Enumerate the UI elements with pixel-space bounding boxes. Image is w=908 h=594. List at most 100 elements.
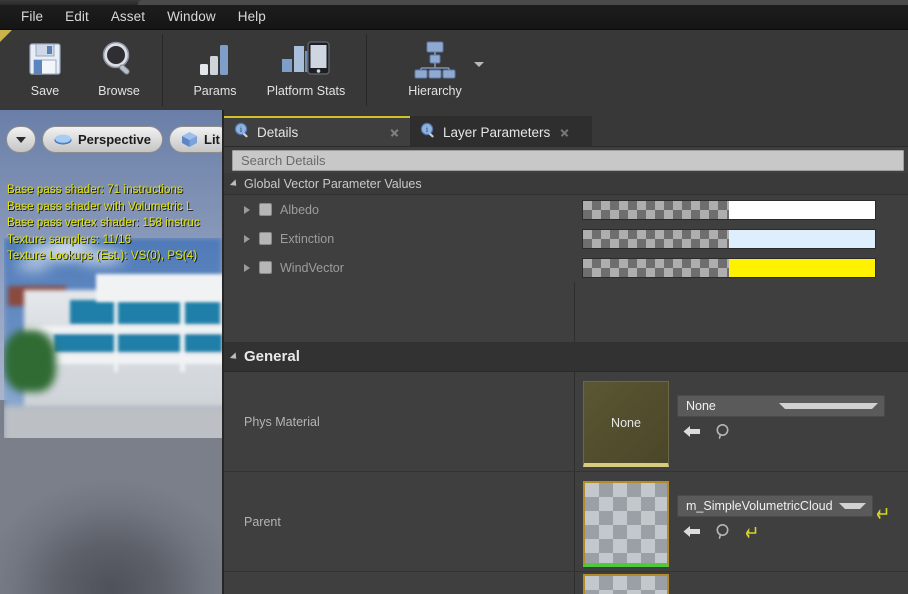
tab-details[interactable]: i Details bbox=[224, 116, 410, 146]
tab-layer-parameters-close-icon[interactable] bbox=[559, 127, 570, 138]
back-arrow-icon[interactable] bbox=[682, 424, 701, 439]
viewport-view-mode-button[interactable]: Lit bbox=[169, 126, 222, 153]
viewport-camera-mode-label: Perspective bbox=[78, 132, 151, 147]
photo-glass-band bbox=[70, 300, 220, 324]
material-preview-viewport[interactable]: Base pass shader: 71 instructions Base p… bbox=[0, 110, 222, 594]
main-toolbar: Save Browse Params Platform Stats Hierar… bbox=[0, 30, 908, 111]
browse-magnifier-icon[interactable] bbox=[715, 523, 732, 540]
param-label: Albedo bbox=[280, 202, 319, 217]
phys-material-actions bbox=[682, 423, 732, 440]
menu-item-window[interactable]: Window bbox=[156, 7, 227, 27]
property-row-partial bbox=[224, 572, 908, 594]
column-divider bbox=[574, 472, 575, 571]
toolbar-separator-1 bbox=[162, 34, 163, 106]
property-row-parent: Parent m_SimpleVolumetricCloud bbox=[224, 472, 908, 572]
parent-material-thumbnail[interactable] bbox=[583, 481, 669, 567]
browse-magnifier-icon[interactable] bbox=[715, 423, 732, 440]
swatch-alpha-checker bbox=[583, 200, 729, 219]
table-row[interactable]: Albedo bbox=[224, 195, 908, 224]
chevron-down-icon bbox=[16, 136, 26, 143]
swatch-color bbox=[729, 200, 875, 219]
details-magnifier-icon: i bbox=[234, 122, 250, 143]
table-row[interactable]: Extinction bbox=[224, 224, 908, 253]
viewport-options-button[interactable] bbox=[6, 126, 36, 153]
property-label: Parent bbox=[244, 514, 281, 529]
parent-actions bbox=[682, 523, 758, 540]
viewport-camera-mode-button[interactable]: Perspective bbox=[42, 126, 163, 153]
color-swatch-windvector[interactable] bbox=[582, 257, 876, 278]
category-label: Global Vector Parameter Values bbox=[244, 176, 422, 191]
photo-tree bbox=[4, 330, 56, 392]
swatch-color bbox=[729, 258, 875, 277]
swatch-alpha-checker bbox=[583, 258, 729, 277]
tab-layer-parameters[interactable]: i Layer Parameters bbox=[410, 116, 592, 146]
tab-layer-parameters-label: Layer Parameters bbox=[443, 124, 551, 140]
param-override-checkbox[interactable] bbox=[259, 232, 272, 245]
material-instance-editor-window: File Edit Asset Window Help Save Browse … bbox=[0, 0, 908, 594]
stat-line: Texture samplers: 11/16 bbox=[7, 233, 132, 246]
hierarchy-icon bbox=[413, 36, 457, 82]
magnifier-icon bbox=[98, 36, 140, 82]
chevron-down-icon bbox=[779, 403, 878, 409]
details-tabstrip: i Details i Layer Parameters bbox=[224, 116, 908, 146]
search-input[interactable]: Search Details bbox=[232, 150, 904, 171]
menu-item-asset[interactable]: Asset bbox=[100, 7, 156, 27]
section-gap bbox=[224, 302, 908, 342]
tab-details-label: Details bbox=[257, 124, 299, 140]
reset-arrow-icon[interactable] bbox=[746, 525, 758, 538]
photo-facade-band bbox=[26, 326, 222, 333]
menu-item-edit[interactable]: Edit bbox=[54, 7, 100, 27]
partial-thumbnail[interactable] bbox=[583, 574, 669, 594]
menu-item-help[interactable]: Help bbox=[227, 7, 277, 27]
global-vector-rows-container: Albedo Extinction WindVector bbox=[224, 195, 908, 302]
category-global-vector-parameter-values[interactable]: Global Vector Parameter Values bbox=[224, 173, 908, 195]
phys-material-dropdown-value: None bbox=[686, 399, 716, 413]
hierarchy-dropdown-chevron-down-icon[interactable] bbox=[474, 62, 484, 67]
table-row[interactable]: WindVector bbox=[224, 253, 908, 282]
column-divider bbox=[574, 372, 575, 471]
property-label-container: Parent bbox=[224, 472, 574, 571]
param-label: Extinction bbox=[280, 231, 335, 246]
platform-stats-icon bbox=[280, 36, 332, 82]
hierarchy-button[interactable]: Hierarchy bbox=[398, 30, 472, 108]
param-override-checkbox[interactable] bbox=[259, 261, 272, 274]
details-scroll-area[interactable]: Global Vector Parameter Values Albedo Ex… bbox=[224, 173, 908, 594]
viewport-toolbar: Perspective Lit bbox=[6, 126, 222, 153]
category-general[interactable]: General bbox=[224, 342, 908, 372]
parent-dropdown[interactable]: m_SimpleVolumetricCloud bbox=[677, 495, 873, 517]
menu-bar: File Edit Asset Window Help bbox=[0, 5, 908, 30]
expander-triangle-icon bbox=[229, 178, 240, 189]
menu-item-file[interactable]: File bbox=[10, 7, 54, 27]
back-arrow-icon[interactable] bbox=[682, 524, 701, 539]
params-button[interactable]: Params bbox=[178, 30, 252, 108]
chevron-down-icon bbox=[838, 503, 866, 509]
phys-material-dropdown[interactable]: None bbox=[677, 395, 885, 417]
floppy-disk-icon bbox=[25, 36, 65, 82]
tab-details-close-icon[interactable] bbox=[389, 127, 400, 138]
browse-button[interactable]: Browse bbox=[82, 30, 156, 108]
hierarchy-button-label: Hierarchy bbox=[408, 84, 462, 98]
param-extinction[interactable]: Extinction bbox=[224, 224, 574, 253]
phys-material-thumbnail[interactable]: None bbox=[583, 381, 669, 467]
photo-glass-band bbox=[54, 334, 222, 352]
parent-reset-arrow-icon[interactable] bbox=[877, 506, 889, 519]
expander-triangle-icon[interactable] bbox=[244, 263, 250, 272]
search-input-placeholder: Search Details bbox=[241, 153, 326, 168]
color-swatch-extinction[interactable] bbox=[582, 228, 876, 249]
details-search-row: Search Details bbox=[224, 147, 908, 173]
platform-stats-button-label: Platform Stats bbox=[266, 84, 346, 98]
expander-triangle-icon bbox=[229, 351, 240, 362]
parent-dropdown-value: m_SimpleVolumetricCloud bbox=[686, 499, 833, 513]
param-override-checkbox[interactable] bbox=[259, 203, 272, 216]
photo-column bbox=[114, 294, 118, 372]
color-swatch-albedo[interactable] bbox=[582, 199, 876, 220]
platform-stats-button[interactable]: Platform Stats bbox=[252, 30, 360, 108]
expander-triangle-icon[interactable] bbox=[244, 205, 250, 214]
save-button[interactable]: Save bbox=[8, 30, 82, 108]
bar-chart-icon bbox=[194, 36, 236, 82]
phys-material-thumbnail-label: None bbox=[611, 415, 641, 430]
expander-triangle-icon[interactable] bbox=[244, 234, 250, 243]
photo-ground bbox=[4, 406, 222, 438]
param-windvector[interactable]: WindVector bbox=[224, 253, 574, 282]
param-albedo[interactable]: Albedo bbox=[224, 195, 574, 224]
